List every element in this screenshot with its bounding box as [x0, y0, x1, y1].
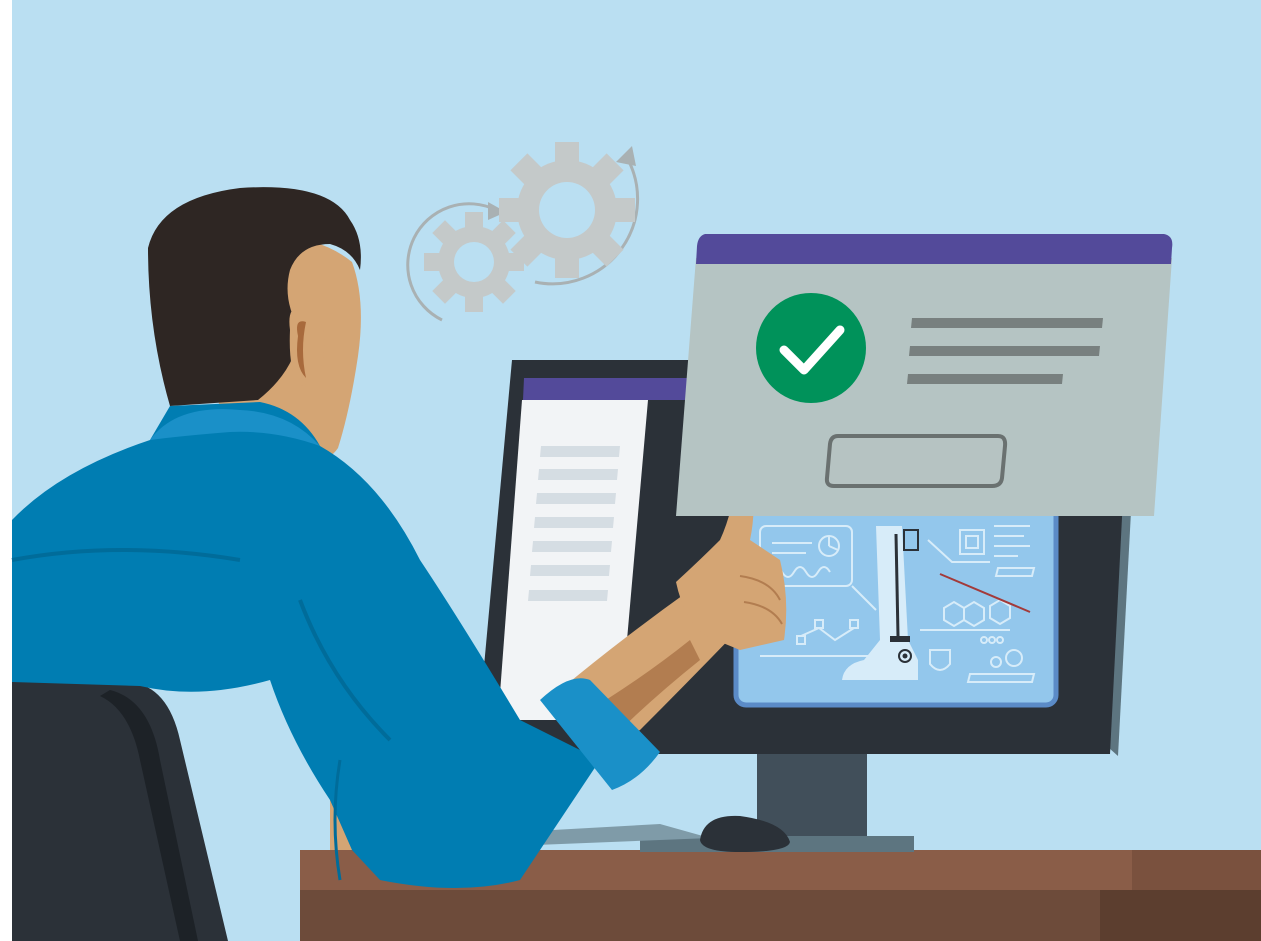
- dialog-title-bar: [696, 234, 1173, 264]
- check-circle: [756, 293, 866, 403]
- success-dialog: [676, 234, 1173, 516]
- desk-shadow-right: [1132, 850, 1261, 892]
- illustration-scene: [0, 0, 1261, 941]
- desk-front-shadow-right: [1100, 890, 1261, 941]
- dialog-ok-button[interactable]: [824, 434, 1008, 488]
